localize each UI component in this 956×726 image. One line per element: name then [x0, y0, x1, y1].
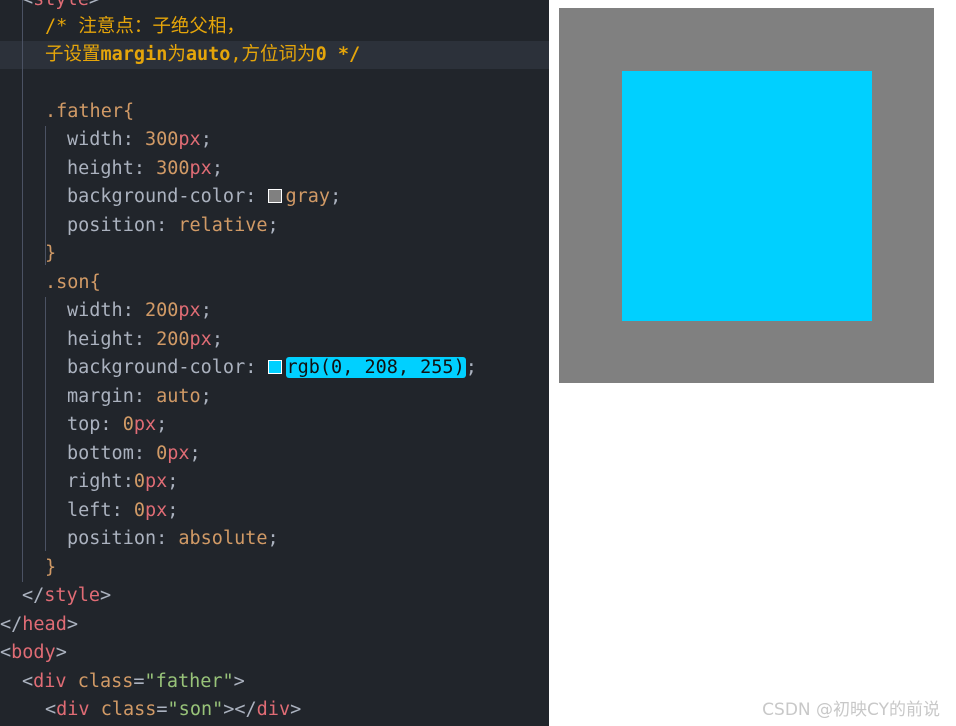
- watermark: CSDN @初映CY的前说: [762, 700, 940, 720]
- code-line: position: absolute;: [67, 528, 279, 549]
- father-box: [559, 8, 934, 383]
- gray-swatch-icon[interactable]: [267, 189, 282, 203]
- code-line: .son{: [45, 272, 101, 293]
- code-comment: 子设置margin为auto,方位词为0 */: [45, 44, 361, 65]
- code-line: </head>: [0, 614, 78, 635]
- rgb-value-highlight: rgb(0, 208, 255): [285, 357, 466, 378]
- code-comment: /* 注意点：子绝父相，: [45, 16, 245, 37]
- code-line: <div class="son"></div>: [45, 699, 302, 720]
- code-line: }: [45, 557, 57, 578]
- code-line: right:0px;: [67, 471, 179, 492]
- code-line: <div class="father">: [22, 671, 245, 692]
- code-line: margin: auto;: [67, 386, 212, 407]
- code-line: </style>: [22, 585, 112, 606]
- code-line: .father{: [45, 101, 135, 122]
- indent-guide: [22, 0, 23, 582]
- code-line: <body>: [0, 642, 67, 663]
- code-line: height: 300px;: [67, 158, 223, 179]
- cyan-swatch-icon[interactable]: [267, 360, 282, 374]
- code-line: left: 0px;: [67, 500, 179, 521]
- code-line: width: 200px;: [67, 300, 212, 321]
- code-line: background-color: gray;: [67, 186, 342, 207]
- code-editor[interactable]: <style> /* 注意点：子绝父相， 子设置margin为auto,方位词为…: [0, 0, 549, 726]
- code-line: height: 200px;: [67, 329, 223, 350]
- son-box: [622, 71, 872, 321]
- code-line: bottom: 0px;: [67, 443, 201, 464]
- code-line: }: [45, 243, 57, 264]
- code-line: background-color: rgb(0, 208, 255);: [67, 357, 477, 378]
- code-line: top: 0px;: [67, 414, 168, 435]
- indent-guide: [45, 297, 46, 551]
- code-line: <style>: [22, 0, 100, 14]
- code-line: width: 300px;: [67, 129, 212, 150]
- code-line: position: relative;: [67, 215, 279, 236]
